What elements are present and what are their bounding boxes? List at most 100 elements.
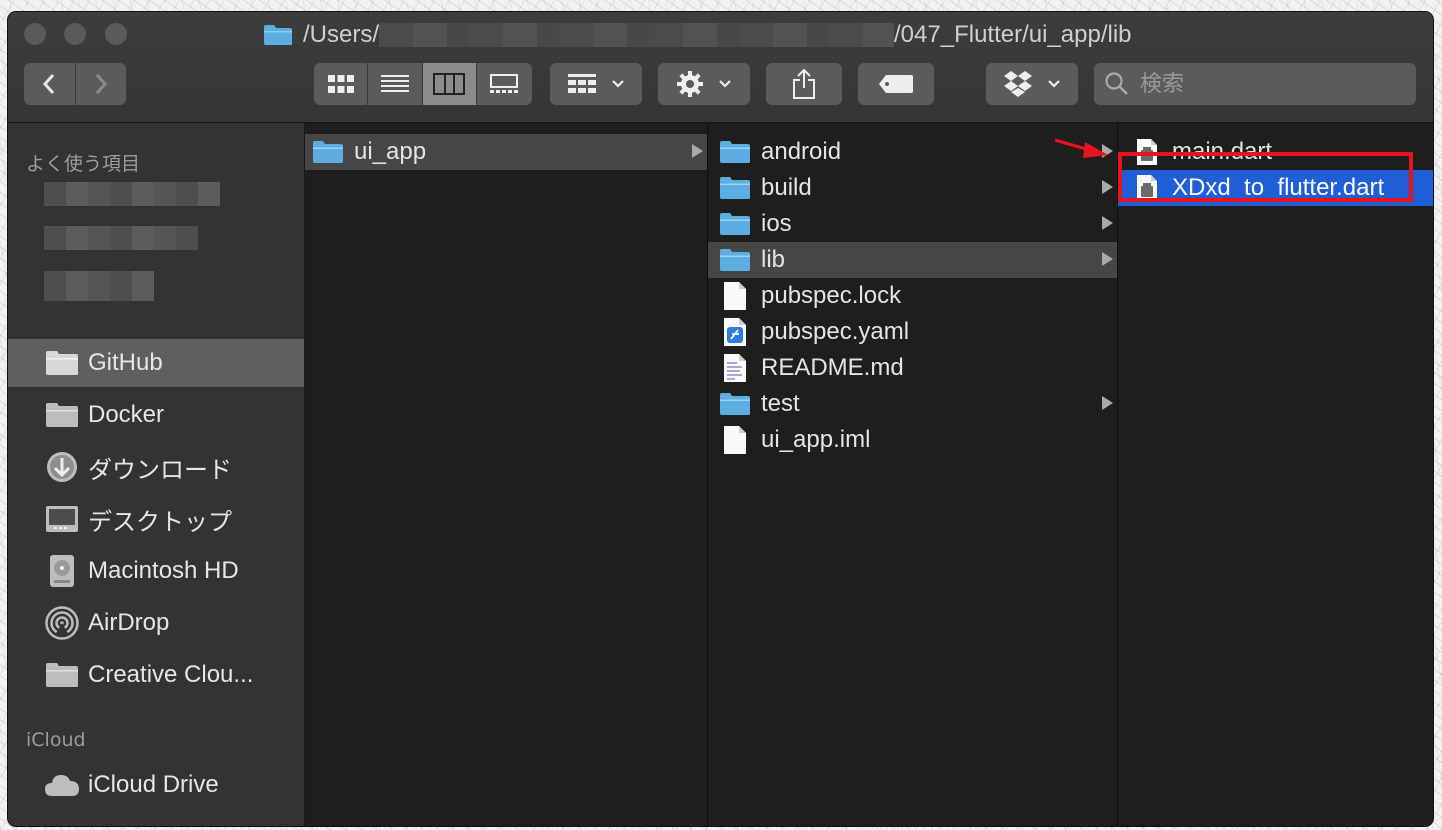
browser-column-3: main.dart XDxd_to_flutter.dart xyxy=(1118,123,1433,826)
text-file-icon xyxy=(718,353,752,383)
list-item-lib[interactable]: lib xyxy=(708,242,1117,278)
desktop-icon xyxy=(44,503,80,535)
redacted-sidebar-item xyxy=(44,182,220,206)
list-item-ui-app[interactable]: ui_app xyxy=(305,134,707,170)
redacted-path xyxy=(379,23,895,47)
sidebar-item-label: ダウンロード xyxy=(88,456,232,484)
gallery-view-button[interactable] xyxy=(475,63,532,105)
list-item-build[interactable]: build xyxy=(708,170,1117,206)
folder-icon xyxy=(718,173,752,203)
sidebar: よく使う項目 GitHub Docker ダウンロード デスクトップ Macin… xyxy=(8,123,305,826)
zoom-window-button[interactable] xyxy=(105,23,127,45)
list-item-ui-app-iml[interactable]: ui_app.iml xyxy=(708,422,1117,458)
disclosure-arrow-icon xyxy=(1102,252,1113,266)
sidebar-item-label: GitHub xyxy=(88,349,163,376)
item-label: pubspec.lock xyxy=(761,282,902,309)
annotation-arrow-icon xyxy=(1054,138,1108,158)
title-bar: /Users/ /047_Flutter/ui_app/lib xyxy=(8,12,1433,123)
tags-button[interactable] xyxy=(858,63,934,105)
item-label: ui_app xyxy=(354,138,427,165)
window-title: /Users/ /047_Flutter/ui_app/lib xyxy=(263,20,1132,50)
folder-icon xyxy=(718,389,752,419)
browser-column-1: ui_app xyxy=(305,123,708,826)
action-menu-button[interactable] xyxy=(658,63,750,105)
navigation-group xyxy=(24,63,126,105)
folder-icon xyxy=(718,137,752,167)
folder-icon xyxy=(44,399,80,431)
search-icon xyxy=(1105,72,1128,95)
sidebar-item-label: Macintosh HD xyxy=(88,557,239,584)
download-icon xyxy=(44,451,80,483)
item-label: android xyxy=(761,138,842,165)
columns-icon xyxy=(433,73,466,95)
list-item-readme[interactable]: README.md xyxy=(708,350,1117,386)
sidebar-item-label: デスクトップ xyxy=(88,508,232,536)
list-item-ios[interactable]: ios xyxy=(708,206,1117,242)
disclosure-arrow-icon xyxy=(1102,216,1113,230)
list-view-button[interactable] xyxy=(367,63,421,105)
back-button[interactable] xyxy=(24,63,75,105)
sidebar-item-desktop[interactable]: デスクトップ xyxy=(8,495,304,543)
dropbox-icon xyxy=(1004,71,1032,97)
item-label: test xyxy=(761,390,800,417)
sidebar-item-label: Creative Clou... xyxy=(88,661,254,688)
airdrop-icon xyxy=(44,606,80,640)
group-by-button[interactable] xyxy=(550,63,642,105)
redacted-sidebar-item xyxy=(44,226,198,250)
share-button[interactable] xyxy=(766,63,842,105)
sidebar-item-label: Docker xyxy=(88,401,165,428)
redacted-sidebar-item xyxy=(44,271,154,301)
folder-icon xyxy=(718,245,752,275)
item-label: ui_app.iml xyxy=(761,426,871,453)
xcode-file-icon xyxy=(718,317,752,347)
chevron-down-icon xyxy=(1048,80,1060,88)
annotation-highlight-box xyxy=(1118,152,1413,202)
forward-button[interactable] xyxy=(74,63,127,105)
item-label: lib xyxy=(761,246,786,273)
favorites-heading: よく使う項目 xyxy=(26,153,141,175)
share-icon xyxy=(793,68,815,99)
minimize-window-button[interactable] xyxy=(64,23,86,45)
sidebar-item-downloads[interactable]: ダウンロード xyxy=(8,443,304,491)
sidebar-item-docker[interactable]: Docker xyxy=(8,391,304,439)
grid-icon xyxy=(327,75,354,93)
cloud-icon xyxy=(44,769,80,801)
close-window-button[interactable] xyxy=(24,23,46,45)
search-input[interactable] xyxy=(1138,70,1392,98)
finder-window: /Users/ /047_Flutter/ui_app/lib 検索 よく使う項… xyxy=(8,12,1433,826)
folder-icon xyxy=(44,659,80,691)
list-item-pubspec-yaml[interactable]: pubspec.yaml xyxy=(708,314,1117,350)
disclosure-arrow-icon xyxy=(1102,396,1113,410)
view-mode-group xyxy=(314,63,532,105)
folder-icon xyxy=(311,137,345,167)
list-item-pubspec-lock[interactable]: pubspec.lock xyxy=(708,278,1117,314)
dropbox-button[interactable] xyxy=(986,63,1078,105)
icon-view-button[interactable] xyxy=(314,63,367,105)
sidebar-item-macintosh-hd[interactable]: Macintosh HD xyxy=(8,547,304,595)
sidebar-item-airdrop[interactable]: AirDrop xyxy=(8,599,304,647)
document-icon xyxy=(718,425,752,455)
sidebar-item-label: iCloud Drive xyxy=(88,771,219,798)
browser-column-2: android build ios lib pubspec.lock pubsp… xyxy=(708,123,1118,826)
chevron-down-icon xyxy=(719,80,731,88)
title-path-suffix: /047_Flutter/ui_app/lib xyxy=(894,21,1132,48)
sidebar-item-github[interactable]: GitHub xyxy=(8,339,304,387)
gallery-icon xyxy=(490,74,519,93)
document-icon xyxy=(718,281,752,311)
item-label: pubspec.yaml xyxy=(761,318,910,345)
list-item-test[interactable]: test xyxy=(708,386,1117,422)
sidebar-item-creative-cloud[interactable]: Creative Clou... xyxy=(8,651,304,699)
column-view-button[interactable] xyxy=(421,63,476,105)
list-icon xyxy=(380,75,409,92)
chevron-down-icon xyxy=(612,80,624,88)
gear-icon xyxy=(677,71,703,97)
item-label: build xyxy=(761,174,812,201)
folder-icon xyxy=(44,347,80,379)
hard-drive-icon xyxy=(44,555,80,587)
search-field[interactable] xyxy=(1094,63,1416,105)
sidebar-item-icloud-drive[interactable]: iCloud Drive xyxy=(8,761,304,809)
sidebar-item-label: AirDrop xyxy=(88,609,170,636)
chevron-left-icon xyxy=(43,74,55,94)
folder-icon xyxy=(264,25,292,45)
disclosure-arrow-icon xyxy=(1102,180,1113,194)
